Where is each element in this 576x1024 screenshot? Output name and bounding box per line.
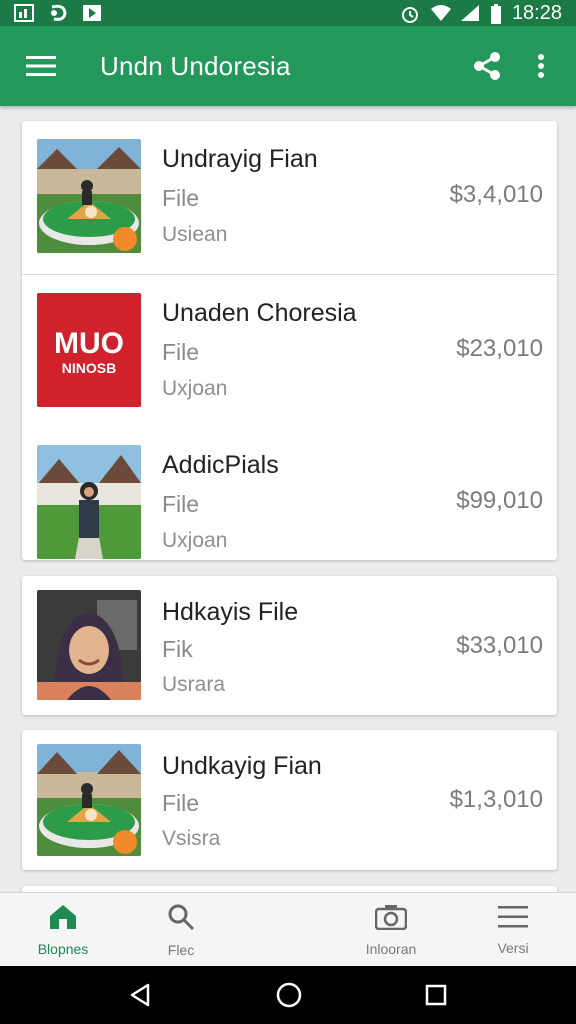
content-list: Undrayig Fian File Usiean $3,4,010 MUO N… (0, 106, 576, 892)
nav-label: Flec (167, 941, 195, 958)
status-bar: 18:28 (0, 0, 576, 26)
item-subtitle: Fik (162, 636, 193, 662)
recents-icon[interactable] (396, 966, 476, 1024)
item-title: Undrayig Fian (162, 145, 318, 173)
list-item[interactable]: Undrayig Fian File Usiean $3,4,010 (22, 121, 557, 274)
camera-icon (374, 904, 408, 935)
hijab-portrait-photo (37, 590, 141, 700)
item-meta: Usiean (162, 223, 228, 246)
item-price: $33,010 (456, 632, 543, 659)
list-item[interactable]: AddicPials File Uxjoan $99,010 (22, 427, 557, 580)
app-title: Undn Undoresia (100, 50, 291, 81)
item-title: AddicPials (162, 451, 279, 479)
logo-text: MUO (54, 327, 124, 360)
list-item[interactable]: Undkayig Fian File Vsisra $1,3,010 (22, 730, 557, 870)
item-meta: Usrara (162, 673, 226, 696)
back-icon[interactable] (100, 966, 180, 1024)
card: Undkayig Fian File Vsisra $1,3,010 (22, 730, 557, 870)
red-logo-image: MUO NINOSB (37, 293, 141, 407)
status-time: 18:28 (511, 1, 562, 24)
home-button-icon[interactable] (249, 966, 329, 1024)
food-plate-photo (37, 744, 141, 856)
item-title: Hdkayis File (162, 598, 299, 626)
list-item[interactable]: Hdkayis File Fik Usrara $33,010 (22, 576, 557, 715)
cast-icon (48, 4, 68, 22)
nav-label: Blopnes (37, 940, 89, 957)
signal-icon (460, 4, 480, 22)
card: Undrayig Fian File Usiean $3,4,010 MUO N… (22, 121, 557, 560)
item-title: Unaden Choresia (162, 299, 357, 327)
item-title: Undkayig Fian (162, 752, 322, 780)
food-plate-photo (37, 139, 141, 253)
person-garden-photo (37, 445, 141, 559)
nav-item-camera[interactable]: Inlooran (336, 893, 446, 967)
item-meta: Uxjoan (162, 377, 228, 400)
item-subtitle: File (162, 491, 200, 517)
nav-item-search[interactable]: Flec (126, 893, 236, 967)
battery-icon (490, 4, 502, 24)
nav-item-list[interactable]: Versi (458, 893, 568, 967)
list-icon (498, 905, 528, 934)
alarm-icon (400, 4, 420, 23)
item-price: $1,3,010 (449, 786, 543, 813)
play-store-icon (82, 4, 102, 22)
item-subtitle: File (162, 790, 200, 816)
gallery-icon (14, 4, 34, 22)
card: Hdkayis File Fik Usrara $33,010 (22, 576, 557, 715)
system-nav-bar (0, 966, 576, 1024)
more-vert-icon[interactable] (514, 26, 568, 106)
item-meta: Uxjoan (162, 529, 228, 552)
menu-icon[interactable] (0, 26, 100, 106)
home-icon (48, 904, 78, 935)
nav-item-home[interactable]: Blopnes (8, 893, 118, 967)
item-price: $3,4,010 (449, 181, 543, 208)
share-icon[interactable] (460, 26, 514, 106)
item-subtitle: File (162, 185, 200, 211)
search-icon (167, 903, 195, 936)
app-bar: Undn Undoresia (0, 26, 576, 106)
nav-label: Versi (497, 939, 529, 956)
item-price: $23,010 (456, 335, 543, 362)
item-price: $99,010 (456, 487, 543, 514)
nav-label: Inlooran (365, 940, 417, 957)
item-meta: Vsisra (162, 827, 221, 850)
item-subtitle: File (162, 339, 200, 365)
wifi-icon (430, 4, 451, 22)
bottom-nav: Blopnes Flec Inlooran Versi (0, 892, 576, 966)
logo-subtext: NINOSB (62, 360, 116, 376)
list-item[interactable]: MUO NINOSB Unaden Choresia File Uxjoan $… (22, 274, 557, 427)
